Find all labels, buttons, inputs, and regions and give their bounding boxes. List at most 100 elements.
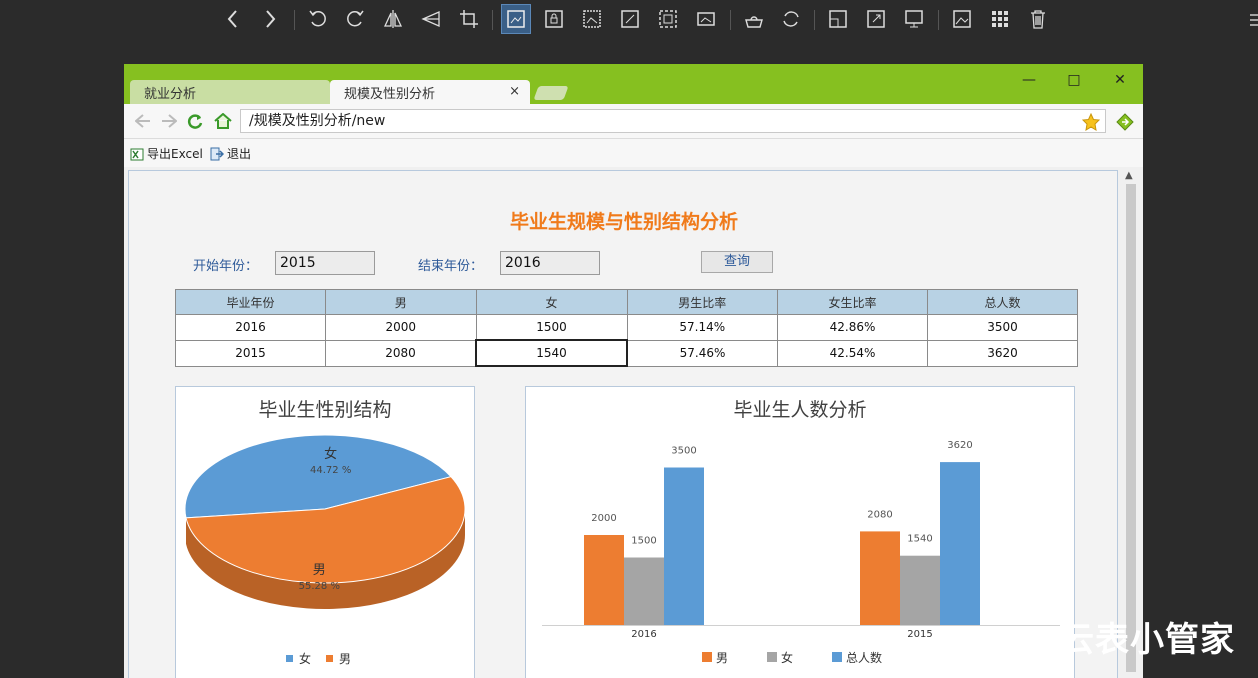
watermark-text: 云表小管家 (1060, 620, 1235, 660)
bar (584, 535, 624, 625)
scroll-up-icon[interactable]: ▲ (1125, 170, 1133, 181)
end-year-input[interactable]: 2016 (500, 251, 600, 275)
exit-button[interactable]: 退出 (210, 145, 251, 162)
table-cell[interactable]: 2000 (325, 314, 477, 341)
reload-icon[interactable] (186, 112, 204, 130)
image-shadow-icon[interactable] (691, 4, 721, 34)
column-header: 总人数 (927, 289, 1078, 315)
bar (940, 462, 980, 625)
image-lock-icon[interactable] (539, 4, 569, 34)
column-header: 男 (325, 289, 477, 315)
page-title: 毕业生规模与性别结构分析 (509, 211, 738, 233)
bar (664, 467, 704, 625)
previous-arrow-icon[interactable] (218, 4, 248, 34)
table-cell[interactable]: 2015 (175, 339, 326, 367)
legend-label: 女 (299, 651, 311, 666)
table-cell[interactable]: 42.54% (777, 339, 928, 367)
legend-label: 男 (716, 651, 728, 665)
x-tick-label: 2015 (907, 629, 932, 640)
bar (860, 531, 900, 625)
tab-label: 就业分析 (144, 86, 197, 102)
legend-swatch (326, 655, 333, 662)
extension-icon[interactable] (1116, 113, 1134, 135)
table-cell[interactable]: 3620 (927, 339, 1078, 367)
table-header-row: 毕业年份 男 女 男生比率 女生比率 总人数 (175, 289, 1078, 315)
table-cell[interactable]: 57.46% (626, 339, 778, 367)
table-cell[interactable]: 42.86% (777, 314, 928, 341)
excel-icon (130, 148, 144, 160)
export-excel-button[interactable]: 导出Excel (130, 145, 203, 162)
fullscreen-icon[interactable] (861, 4, 891, 34)
table-row: 2016 2000 1500 57.14% 42.86% 3500 (175, 314, 1078, 341)
maximize-icon[interactable]: □ (1059, 70, 1089, 90)
image-view-icon[interactable] (947, 4, 977, 34)
export-label: 导出Excel (147, 147, 203, 161)
next-arrow-icon[interactable] (255, 4, 285, 34)
exit-label: 退出 (227, 147, 252, 161)
table-cell[interactable]: 2016 (175, 314, 326, 341)
tab-employment-analysis[interactable]: 就业分析 (130, 80, 330, 104)
fill-bucket-icon[interactable] (739, 4, 769, 34)
bar-data-label: 3620 (947, 440, 972, 451)
column-header: 毕业年份 (175, 289, 326, 315)
data-table: 毕业年份 男 女 男生比率 女生比率 总人数 2016 2000 1500 57… (175, 289, 1078, 367)
pie-chart-panel: 女 44.72 % 男 55.28 % 女男 毕业生性别结构 (175, 386, 475, 678)
forward-icon[interactable] (160, 112, 178, 130)
column-header: 女 (475, 289, 628, 315)
legend-swatch (767, 652, 777, 662)
flip-horizontal-icon[interactable] (378, 4, 408, 34)
grid-view-icon[interactable] (985, 4, 1015, 34)
address-bar[interactable]: /规模及性别分析/new (240, 109, 1106, 133)
pie-slice-value-label: 44.72 % (310, 465, 351, 476)
query-button[interactable]: 查询 (701, 251, 773, 273)
image-edit-icon[interactable] (615, 4, 645, 34)
pie-slice-value-label: 55.28 % (299, 581, 340, 592)
resize-icon[interactable] (823, 4, 853, 34)
crop-icon[interactable] (454, 4, 484, 34)
menu-icon[interactable] (1248, 12, 1258, 28)
table-cell[interactable]: 1500 (475, 314, 628, 341)
flip-vertical-icon[interactable] (416, 4, 446, 34)
rotate-right-icon[interactable] (340, 4, 370, 34)
bar-chart-panel: 2000 1500 3500 2016 2080 1540 3620 2015 男 女 总人数 毕业… (525, 386, 1075, 678)
table-cell[interactable]: 57.14% (626, 314, 778, 341)
column-header: 男生比率 (626, 289, 778, 315)
image-frame-icon[interactable] (577, 4, 607, 34)
x-tick-label: 2016 (631, 629, 656, 640)
table-cell[interactable]: 3500 (927, 314, 1078, 341)
table-cell[interactable]: 2080 (325, 339, 477, 367)
back-icon[interactable] (134, 112, 152, 130)
command-bar: 导出Excel 退出 (124, 139, 1143, 167)
pie-slice-label: 男 (313, 563, 326, 578)
new-tab-button[interactable] (533, 86, 569, 100)
scroll-thumb[interactable] (1126, 184, 1136, 672)
bookmark-star-icon[interactable] (1081, 112, 1101, 135)
close-window-icon[interactable]: ✕ (1105, 70, 1135, 90)
vertical-scrollbar[interactable]: ▲ (1122, 168, 1140, 678)
bar-chart-title: 毕业生人数分析 (733, 399, 867, 421)
bar-data-label: 3500 (671, 446, 696, 457)
table-cell-selected[interactable]: 1540 (475, 339, 628, 367)
start-year-label: 开始年份： (193, 259, 259, 274)
legend-label: 总人数 (846, 650, 882, 665)
legend-swatch (286, 655, 293, 662)
start-year-input[interactable]: 2015 (275, 251, 375, 275)
bar-data-label: 2000 (591, 513, 616, 524)
tab-close-icon[interactable]: × (509, 84, 520, 99)
report-content: 毕业生规模与性别结构分析 开始年份： 2015 结束年份： 2016 查询 毕业… (128, 170, 1118, 678)
tab-scale-gender-analysis[interactable]: 规模及性别分析 × (330, 80, 530, 104)
image-adjust-icon[interactable] (501, 4, 531, 34)
rotate-left-icon[interactable] (303, 4, 333, 34)
bar-data-label: 1540 (907, 534, 932, 545)
minimize-icon[interactable]: — (1014, 70, 1044, 90)
table-row: 2015 2080 1540 57.46% 42.54% 3620 (175, 339, 1078, 367)
pie-chart-title: 毕业生性别结构 (258, 399, 392, 421)
slideshow-icon[interactable] (899, 4, 929, 34)
bar-data-label: 2080 (867, 509, 892, 520)
trash-icon[interactable] (1023, 4, 1053, 34)
bar-data-label: 1500 (631, 536, 656, 547)
image-border-icon[interactable] (653, 4, 683, 34)
refresh-icon[interactable] (776, 4, 806, 34)
bar-chart: 2000 1500 3500 2016 2080 1540 3620 2015 男 女 总人数 (542, 440, 1060, 665)
home-icon[interactable] (214, 112, 232, 130)
